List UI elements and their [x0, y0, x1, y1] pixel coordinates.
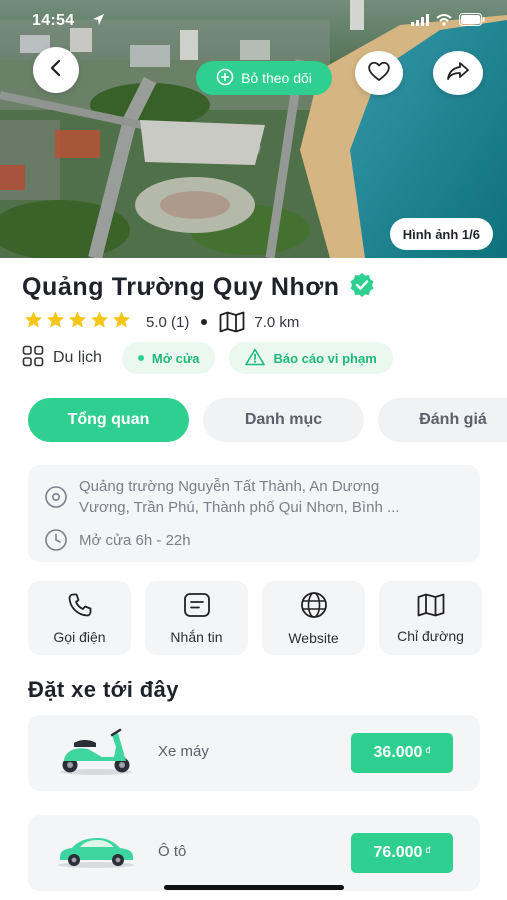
status-bar: 14:54 [0, 0, 507, 44]
scooter-icon [56, 727, 136, 782]
signal-icon [411, 13, 429, 31]
tab-catalog-label: Danh mục [244, 411, 323, 428]
car-currency: đ [425, 845, 431, 855]
opening-hours: Mở cửa 6h - 22h [79, 532, 191, 549]
warning-icon [245, 348, 266, 369]
phone-icon [67, 592, 93, 621]
motorbike-price-button[interactable]: 36.000 đ [351, 733, 453, 773]
verified-badge-icon [349, 272, 375, 303]
place-title: Quảng Trường Quy Nhơn [22, 273, 340, 301]
directions-button[interactable]: Chỉ đường [379, 581, 482, 655]
location-pin-icon [44, 485, 68, 514]
separator-dot [201, 319, 208, 325]
car-icon [56, 835, 136, 874]
status-dot [137, 355, 144, 361]
map-icon [417, 593, 445, 620]
category-tag: Du lịch [22, 345, 102, 372]
car-price-button[interactable]: 76.000 đ [351, 833, 453, 873]
message-icon [183, 592, 211, 621]
website-label: Website [288, 629, 339, 646]
motorbike-label: Xe máy [158, 743, 209, 760]
tab-reviews[interactable]: Đánh giá [378, 398, 507, 442]
clock: 14:54 [32, 12, 75, 29]
open-status-label: Mở cửa [151, 350, 200, 366]
star-icon [46, 311, 65, 333]
clock-icon [44, 528, 68, 557]
plus-circle-icon [216, 68, 234, 89]
location-arrow-icon [92, 13, 105, 31]
share-icon [446, 60, 470, 87]
call-label: Gọi điện [53, 628, 106, 645]
tab-overview-label: Tổng quan [67, 411, 150, 428]
unfollow-label: Bỏ theo dõi [241, 70, 312, 86]
distance-value: 7.0 km [254, 313, 300, 331]
car-label: Ô tô [158, 843, 187, 860]
message-label: Nhắn tin [170, 628, 223, 645]
hero-photo[interactable]: 14:54 Bỏ theo dõi Hình ảnh 1/6 [0, 0, 507, 258]
call-button[interactable]: Gọi điện [28, 581, 131, 655]
heart-icon [367, 60, 391, 87]
message-button[interactable]: Nhắn tin [145, 581, 248, 655]
tab-overview[interactable]: Tổng quan [28, 398, 189, 442]
map-icon [219, 311, 245, 333]
back-button[interactable] [33, 47, 79, 93]
website-button[interactable]: Website [262, 581, 365, 655]
motorbike-price: 36.000 [373, 744, 423, 761]
grid-icon [22, 345, 44, 372]
star-icon [24, 311, 43, 333]
address-line-1[interactable]: Quảng trường Nguyễn Tất Thành, An Dương [79, 476, 379, 497]
star-icon [112, 311, 131, 333]
tag-row: Du lịch Mở cửa Báo cáo vi phạm [22, 342, 407, 374]
star-rating [24, 311, 131, 333]
tab-bar: Tổng quan Danh mục Đánh giá [28, 398, 507, 442]
open-status-badge: Mở cửa [121, 342, 216, 374]
directions-label: Chỉ đường [397, 627, 464, 644]
star-icon [68, 311, 87, 333]
star-icon [90, 311, 109, 333]
quick-actions: Gọi điện Nhắn tin Website Chỉ đường [28, 581, 482, 655]
booking-section-title: Đặt xe tới đây [28, 677, 179, 702]
car-price: 76.000 [373, 844, 423, 861]
address-line-2[interactable]: Vương, Trần Phú, Thành phố Qui Nhơn, Bìn… [79, 497, 399, 518]
unfollow-button[interactable]: Bỏ theo dõi [196, 61, 332, 95]
tab-reviews-label: Đánh giá [419, 411, 487, 428]
wifi-icon [436, 13, 452, 31]
ride-option-car[interactable]: Ô tô 76.000 đ [28, 815, 480, 891]
report-button[interactable]: Báo cáo vi phạm [229, 342, 393, 374]
info-card: Quảng trường Nguyễn Tất Thành, An Dương … [28, 465, 480, 562]
globe-icon [300, 591, 328, 622]
photo-counter-badge[interactable]: Hình ảnh 1/6 [389, 218, 493, 250]
share-button[interactable] [433, 51, 483, 95]
rating-row: 5.0 (1) 7.0 km [24, 310, 299, 334]
motorbike-currency: đ [425, 745, 431, 755]
rating-value: 5.0 (1) [146, 313, 190, 331]
chevron-left-icon [49, 59, 63, 82]
category-label: Du lịch [53, 349, 102, 366]
home-indicator[interactable] [164, 885, 344, 890]
ride-option-motorbike[interactable]: Xe máy 36.000 đ [28, 715, 480, 791]
place-title-row: Quảng Trường Quy Nhơn [22, 272, 375, 303]
battery-icon [459, 13, 485, 31]
report-label: Báo cáo vi phạm [273, 350, 377, 366]
tab-catalog[interactable]: Danh mục [203, 398, 364, 442]
favorite-button[interactable] [355, 51, 403, 95]
